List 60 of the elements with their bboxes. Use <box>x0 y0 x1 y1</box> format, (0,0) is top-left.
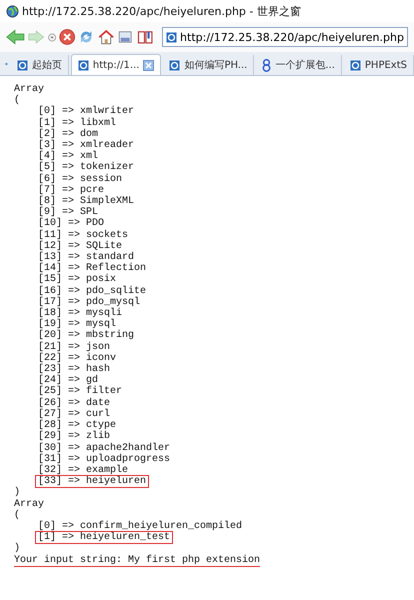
array-entry: [18] => mysqli <box>37 308 124 320</box>
array-entry: [20] => mbstring <box>37 330 136 342</box>
array-entry: [28] => ctype <box>37 420 118 432</box>
array-entry: [23] => hash <box>37 364 112 376</box>
array-entry: [15] => posix <box>37 274 118 286</box>
array-entry: [3] => xmlreader <box>37 140 136 152</box>
array-entry: [1] => libxml <box>37 118 118 129</box>
page-icon <box>16 60 28 70</box>
array-entry: [31] => uploadprogress <box>37 454 172 465</box>
address-field[interactable]: http://172.25.38.220/apc/heiyeluren.php <box>162 27 408 47</box>
browser-tab[interactable]: 一个扩展包... <box>256 55 342 75</box>
window-title: http://172.25.38.220/apc/heiyeluren.php - 世界之窗 <box>22 4 301 18</box>
globe-icon <box>6 4 19 18</box>
page-icon <box>350 60 361 70</box>
array-entry: [9] => SPL <box>37 207 98 218</box>
array-entry: [33] => heiyeluren <box>36 476 148 488</box>
array-entry: [8] => SimpleXML <box>37 196 136 208</box>
array-entry: [14] => Reflection <box>37 263 148 274</box>
page-icon <box>78 60 89 70</box>
array-entry: [27] => curl <box>37 408 112 420</box>
array-entry: [11] => sockets <box>37 230 130 241</box>
array-entry: [32] => example <box>37 464 130 476</box>
array-entry: [0] => xmlwriter <box>37 106 136 118</box>
array-entry: [22] => iconv <box>37 352 118 364</box>
close-icon[interactable] <box>143 60 154 70</box>
array-entry: [25] => filter <box>37 386 124 398</box>
browser-tab[interactable]: 如何编写PH... <box>163 55 254 75</box>
open-paren: ( <box>14 510 20 521</box>
stop-icon[interactable] <box>59 26 76 48</box>
array-heading: Array <box>14 498 44 510</box>
page-icon <box>166 32 178 42</box>
array-heading: Array <box>14 84 44 95</box>
output-message: Your input string: My first php extension <box>14 554 260 566</box>
array-entry: [10] => PDO <box>37 218 106 230</box>
array-entry: [16] => pdo_sqlite <box>37 286 148 297</box>
array-entry: [7] => pcre <box>37 184 104 196</box>
dropdown-icon[interactable] <box>48 32 56 42</box>
close-paren: ) <box>14 487 20 499</box>
close-paren: ) <box>14 543 20 555</box>
array-entry: [26] => date <box>37 398 112 409</box>
browser-tab[interactable]: 起始页 <box>10 55 69 75</box>
page-icon <box>169 60 180 70</box>
array-entry: [19] => mysql <box>37 319 116 330</box>
array-entry: [21] => json <box>37 342 110 353</box>
array-entry: [4] => xml <box>37 151 98 162</box>
array-entry: [0] => confirm_heiyeluren_compiled <box>37 520 244 532</box>
array-entry: [5] => tokenizer <box>37 162 136 174</box>
array-entry: [2] => dom <box>37 128 98 140</box>
array-entry: [24] => gd <box>37 375 98 386</box>
array-entry: [1] => heiyeluren_test <box>36 532 172 544</box>
browser-tab[interactable]: PHPExtS <box>344 55 414 75</box>
array-entry: [17] => pdo_mysql <box>37 296 142 308</box>
array-entry: [13] => standard <box>37 252 134 264</box>
array-entry: [30] => apache2handler <box>37 442 172 454</box>
array-entry: [12] => SQLite <box>37 240 122 252</box>
loop-icon <box>262 58 272 72</box>
array-entry: [6] => session <box>37 174 124 185</box>
browser-tab[interactable]: http://1... <box>70 54 162 75</box>
array-entry: [29] => zlib <box>37 431 112 442</box>
open-paren: ( <box>14 95 20 106</box>
